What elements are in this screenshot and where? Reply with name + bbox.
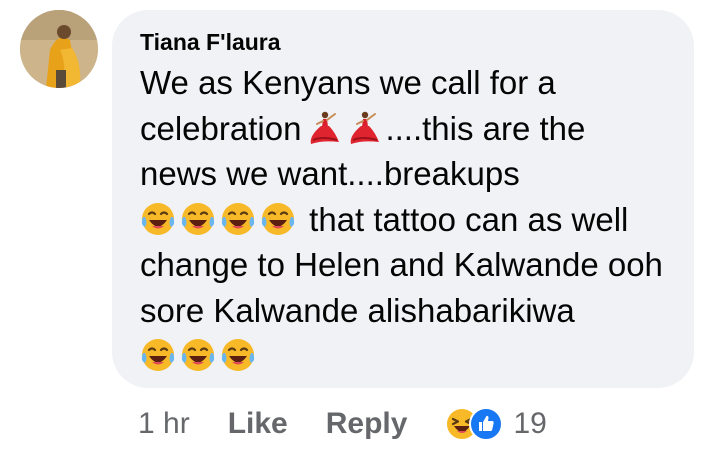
comment-line: celebration ....this are the: [140, 106, 674, 152]
comment-line-text: that tattoo can as well: [300, 200, 629, 238]
tears-of-joy-emoji: [260, 201, 296, 237]
dancer-emoji: [345, 110, 381, 146]
tears-of-joy-emoji: [140, 337, 176, 373]
comment-footer: 1 hr Like Reply 19: [138, 402, 547, 446]
comment-line: news we want....breakups: [140, 151, 674, 197]
comment-line: [140, 333, 674, 379]
comment-text: We as Kenyans we call for a celebration.…: [140, 60, 674, 379]
tears-of-joy-emoji: [140, 201, 176, 237]
reaction-count: 19: [513, 407, 547, 440]
comment-author[interactable]: Tiana F'laura: [140, 26, 674, 58]
comment-line: that tattoo can as well: [140, 197, 674, 243]
comment-line-text: celebration: [140, 109, 302, 147]
reaction-summary[interactable]: 19: [445, 407, 547, 441]
avatar[interactable]: [20, 10, 98, 88]
tears-of-joy-emoji: [220, 201, 256, 237]
comment-line-text: change to Helen and Kalwande ooh: [140, 246, 663, 283]
tears-of-joy-emoji: [180, 337, 216, 373]
tears-of-joy-emoji: [220, 337, 256, 373]
dancer-emoji: [305, 110, 341, 146]
reply-button[interactable]: Reply: [326, 407, 408, 441]
like-button[interactable]: Like: [228, 407, 288, 441]
comment-line: sore Kalwande alishabarikiwa: [140, 288, 674, 334]
comment-line-text: ....this are the: [385, 109, 586, 147]
comment-line: change to Helen and Kalwande ooh: [140, 242, 674, 288]
comment-line-text: sore Kalwande alishabarikiwa: [140, 291, 575, 329]
tears-of-joy-emoji: [180, 201, 216, 237]
like-reaction-icon: [469, 407, 504, 441]
comment-timestamp[interactable]: 1 hr: [138, 407, 190, 441]
comment-line-text: We as Kenyans we call for a: [140, 64, 556, 101]
comment-line-text: news we want....breakups: [140, 155, 520, 192]
comment-bubble: Tiana F'laura We as Kenyans we call for …: [112, 10, 694, 388]
comment-line: We as Kenyans we call for a: [140, 60, 674, 106]
